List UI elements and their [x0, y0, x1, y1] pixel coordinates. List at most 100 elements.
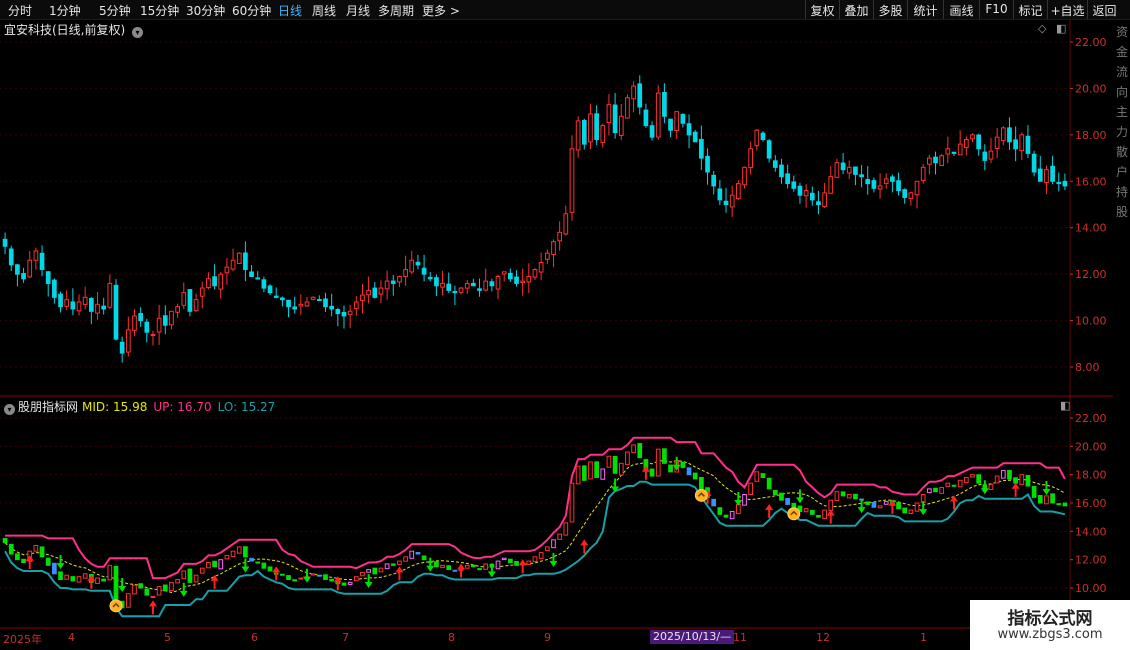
indicator-bar [871, 502, 877, 508]
indicator-panel-controls: ◧ [1060, 399, 1070, 412]
candle-body [304, 301, 310, 307]
candle-body [280, 297, 285, 301]
indicator-bar [532, 556, 538, 562]
candle-body [890, 176, 895, 182]
candle-body [612, 104, 618, 134]
indicator-bar [699, 476, 704, 490]
sell-arrow-icon [980, 480, 989, 495]
indicator-bar [618, 462, 624, 476]
candle-body [803, 190, 809, 197]
candle-body [483, 280, 489, 291]
buy-arrow-icon [395, 566, 404, 581]
candle-body [70, 301, 76, 310]
dropdown-circle-icon[interactable]: ▾ [132, 27, 144, 38]
month-label: 12 [816, 631, 830, 644]
candle-body [976, 134, 982, 150]
indicator-menu-icon[interactable]: ▾ [4, 404, 15, 415]
candle-body [329, 305, 335, 310]
sell-arrow-icon [179, 582, 188, 597]
indicator-bar [680, 461, 686, 469]
indicator-bar [113, 566, 119, 600]
price-tick-label: 14.00 [1075, 222, 1107, 235]
indicator-bar [865, 501, 871, 505]
candle-body [988, 150, 994, 160]
candle-body [982, 151, 988, 161]
candle-body [914, 180, 920, 196]
candle-body [920, 166, 926, 181]
price-tick-label: 8.00 [1075, 361, 1100, 374]
indicator-bar [70, 576, 76, 582]
indicator-bar [588, 461, 593, 480]
panel-toggle-icon[interactable]: ◧ [1056, 22, 1066, 35]
candle-body [846, 166, 852, 174]
candle-body [267, 285, 273, 294]
candle-body [162, 315, 168, 326]
candle-body [82, 296, 88, 305]
price-tick-label: 20.00 [1075, 82, 1107, 95]
candle-body [95, 303, 100, 314]
candle-body [1007, 127, 1012, 143]
main-candles [2, 75, 1068, 363]
indicator-name[interactable]: 股朋指标网 [18, 400, 78, 414]
indicator-bar [101, 578, 107, 582]
candle-body [501, 271, 507, 275]
indicator-bar [760, 473, 766, 478]
candle-body [58, 293, 63, 308]
candle-body [15, 264, 20, 275]
candle-body [618, 115, 624, 136]
indicator-bar [95, 577, 100, 584]
indicator-bar [963, 477, 969, 483]
indicator-bar [834, 491, 840, 502]
indicator-bar [316, 574, 322, 577]
month-label: 1 [920, 631, 927, 644]
indicator-bar [914, 502, 920, 512]
candle-body [218, 273, 224, 290]
indicator-bar [341, 582, 347, 586]
indicator-bar [1050, 493, 1055, 504]
candle-body [193, 299, 199, 312]
candle-body [150, 334, 156, 336]
indicator-bar [1019, 474, 1025, 485]
kline-chart[interactable]: 22.00 20.00 18.00 16.00 14.00 12.00 10.00 8.00 2… [0, 0, 1130, 650]
candle-body [249, 271, 254, 277]
price-tick-label: 16.00 [1075, 175, 1107, 188]
candle-body [1037, 168, 1043, 182]
up-value: UP: 16.70 [153, 400, 212, 414]
indicator-tick-label: 14.00 [1075, 525, 1107, 538]
candle-body [557, 231, 562, 242]
indicator-bar [908, 509, 914, 514]
indicator-bar [187, 568, 193, 583]
indicator-bar [76, 576, 82, 583]
indicator-bar [575, 465, 581, 485]
candle-body [563, 213, 569, 235]
indicator-bar [52, 562, 57, 575]
indicator-bar [82, 573, 88, 579]
candle-body [791, 181, 797, 189]
candle-body [877, 185, 883, 190]
indicator-bar [255, 561, 261, 564]
buy-arrow-icon [1011, 482, 1020, 497]
candle-body [243, 252, 248, 271]
candle-body [686, 123, 692, 136]
candle-body [729, 194, 735, 208]
diamond-icon[interactable]: ◇ [1038, 22, 1046, 35]
candle-body [766, 140, 772, 159]
candle-body [341, 311, 347, 317]
side-char: 向 [1115, 85, 1128, 99]
buy-arrow-icon [25, 555, 34, 569]
candle-body [957, 143, 963, 156]
candle-body [538, 262, 544, 273]
indicator-bar [686, 467, 692, 476]
candle-body [138, 313, 143, 322]
buy-arrow-icon [518, 559, 527, 574]
indicator-bar [600, 468, 606, 480]
mid-value: MID: 15.98 [82, 400, 148, 414]
candle-body [464, 282, 470, 289]
panel-toggle-icon[interactable]: ◧ [1060, 399, 1070, 412]
indicator-header: ▾ 股朋指标网 MID: 15.98 UP: 16.70 LO: 15.27 [4, 398, 281, 415]
candle-body [963, 139, 969, 148]
candle-body [816, 201, 821, 206]
candle-body [427, 276, 433, 280]
candle-body [1019, 134, 1025, 152]
side-tab-strip[interactable]: 资 金 流 向 主 力 散 户 持 股 [1114, 22, 1130, 222]
